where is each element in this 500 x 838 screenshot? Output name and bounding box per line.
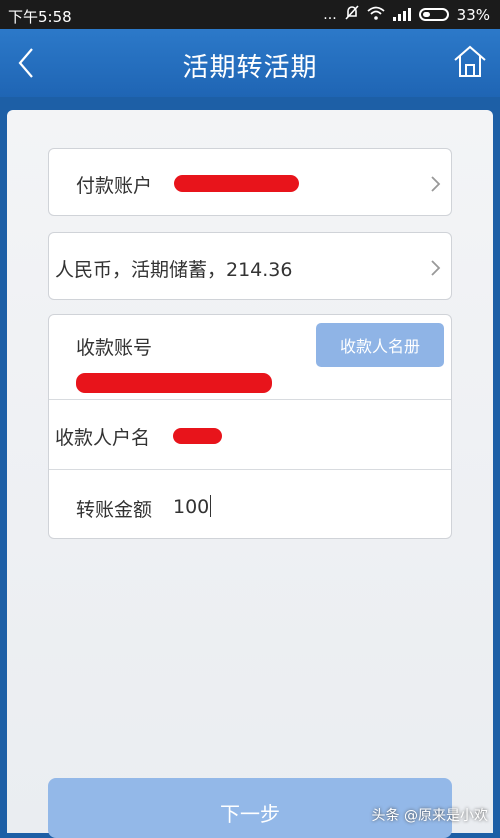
battery-percent: 33% xyxy=(456,5,490,24)
payee-account-label: 收款账号 xyxy=(76,337,153,359)
chevron-right-icon xyxy=(430,174,442,194)
wifi-icon xyxy=(367,6,385,24)
divider xyxy=(49,469,451,470)
battery-level xyxy=(422,12,430,17)
status-icons: ... 33% xyxy=(323,5,490,24)
payee-book-button[interactable]: 收款人名册 xyxy=(316,323,444,367)
account-summary-row[interactable]: 人民币，活期储蓄，214.36 xyxy=(48,232,452,300)
payer-account-row[interactable]: 付款账户 xyxy=(48,148,452,216)
chevron-right-icon xyxy=(430,258,442,278)
account-summary: 人民币，活期储蓄，214.36 xyxy=(55,259,293,281)
payee-card: 收款账号 收款人名册 收款人户名 转账金额 100 xyxy=(48,314,452,539)
home-icon[interactable] xyxy=(452,43,488,79)
more-dots-icon: ... xyxy=(323,6,337,23)
page-title: 活期转活期 xyxy=(182,53,318,83)
cellular-signal-icon xyxy=(392,8,411,21)
divider xyxy=(49,399,451,400)
battery-icon xyxy=(418,8,449,21)
amount-label: 转账金额 xyxy=(76,499,153,521)
payee-name-label: 收款人户名 xyxy=(55,427,151,449)
status-time: 下午5:58 xyxy=(8,8,72,26)
redacted-account-number xyxy=(174,175,299,192)
status-bar: 下午5:58 ... 33% xyxy=(0,0,500,29)
mute-bell-icon xyxy=(345,5,359,24)
redacted-payee-account xyxy=(76,373,272,393)
title-bar: 活期转活期 xyxy=(0,29,500,97)
watermark: 头条 @原来是小欢 xyxy=(371,808,488,824)
redacted-payee-name xyxy=(173,428,222,444)
amount-input[interactable]: 100 xyxy=(173,495,212,518)
text-cursor xyxy=(210,495,212,517)
amount-value: 100 xyxy=(173,496,210,518)
payer-account-label: 付款账户 xyxy=(76,175,153,197)
